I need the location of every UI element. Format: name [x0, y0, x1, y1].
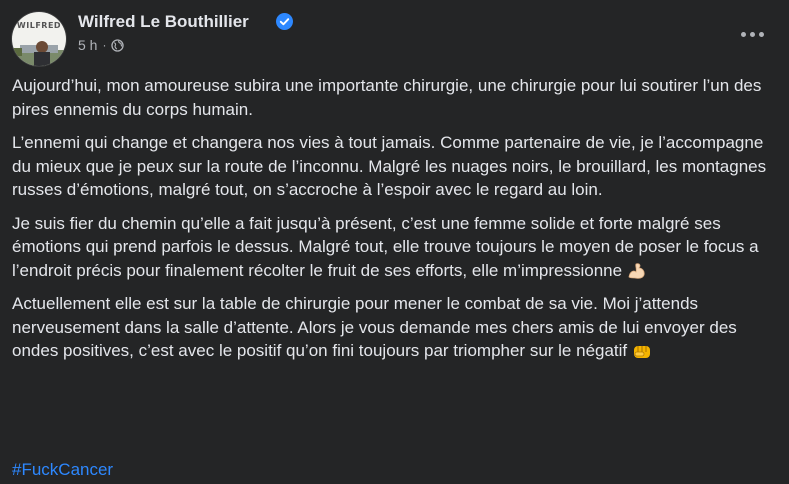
author-name[interactable]: Wilfred Le Bouthillier: [78, 12, 249, 32]
post-body: Aujourd’hui, mon amoureuse subira une im…: [12, 74, 782, 373]
meta-separator: ·: [102, 38, 107, 52]
post-timestamp[interactable]: 5 h: [78, 37, 97, 53]
post-meta: 5 h ·: [78, 37, 125, 53]
oncoming-fist-icon: [634, 346, 651, 358]
ellipsis-icon-dot: [740, 31, 746, 37]
paragraph-text: Actuellement elle est sur la table de ch…: [12, 294, 737, 360]
post-paragraph-1: Aujourd’hui, mon amoureuse subira une im…: [12, 74, 782, 121]
post-paragraph-3: Je suis fier du chemin qu’elle a fait ju…: [12, 212, 782, 283]
post-paragraph-2: L’ennemi qui change et changera nos vies…: [12, 131, 782, 202]
flexed-biceps-icon: [628, 262, 645, 279]
verified-badge-icon: [276, 13, 293, 30]
post-header: WILFRED Wilfred Le Bouthillier 5 h ·: [0, 0, 789, 66]
avatar-photo-figure: [12, 41, 66, 66]
globe-icon[interactable]: [111, 38, 125, 52]
paragraph-text: L’ennemi qui change et changera nos vies…: [12, 133, 767, 199]
ellipsis-icon-dot: [749, 31, 755, 37]
ellipsis-icon-dot: [758, 31, 764, 37]
post-paragraph-4: Actuellement elle est sur la table de ch…: [12, 292, 782, 363]
author-avatar[interactable]: WILFRED: [12, 12, 66, 66]
more-options-button[interactable]: [734, 20, 770, 48]
hashtag-link[interactable]: #FuckCancer: [12, 460, 113, 480]
paragraph-text: Aujourd’hui, mon amoureuse subira une im…: [12, 76, 762, 119]
